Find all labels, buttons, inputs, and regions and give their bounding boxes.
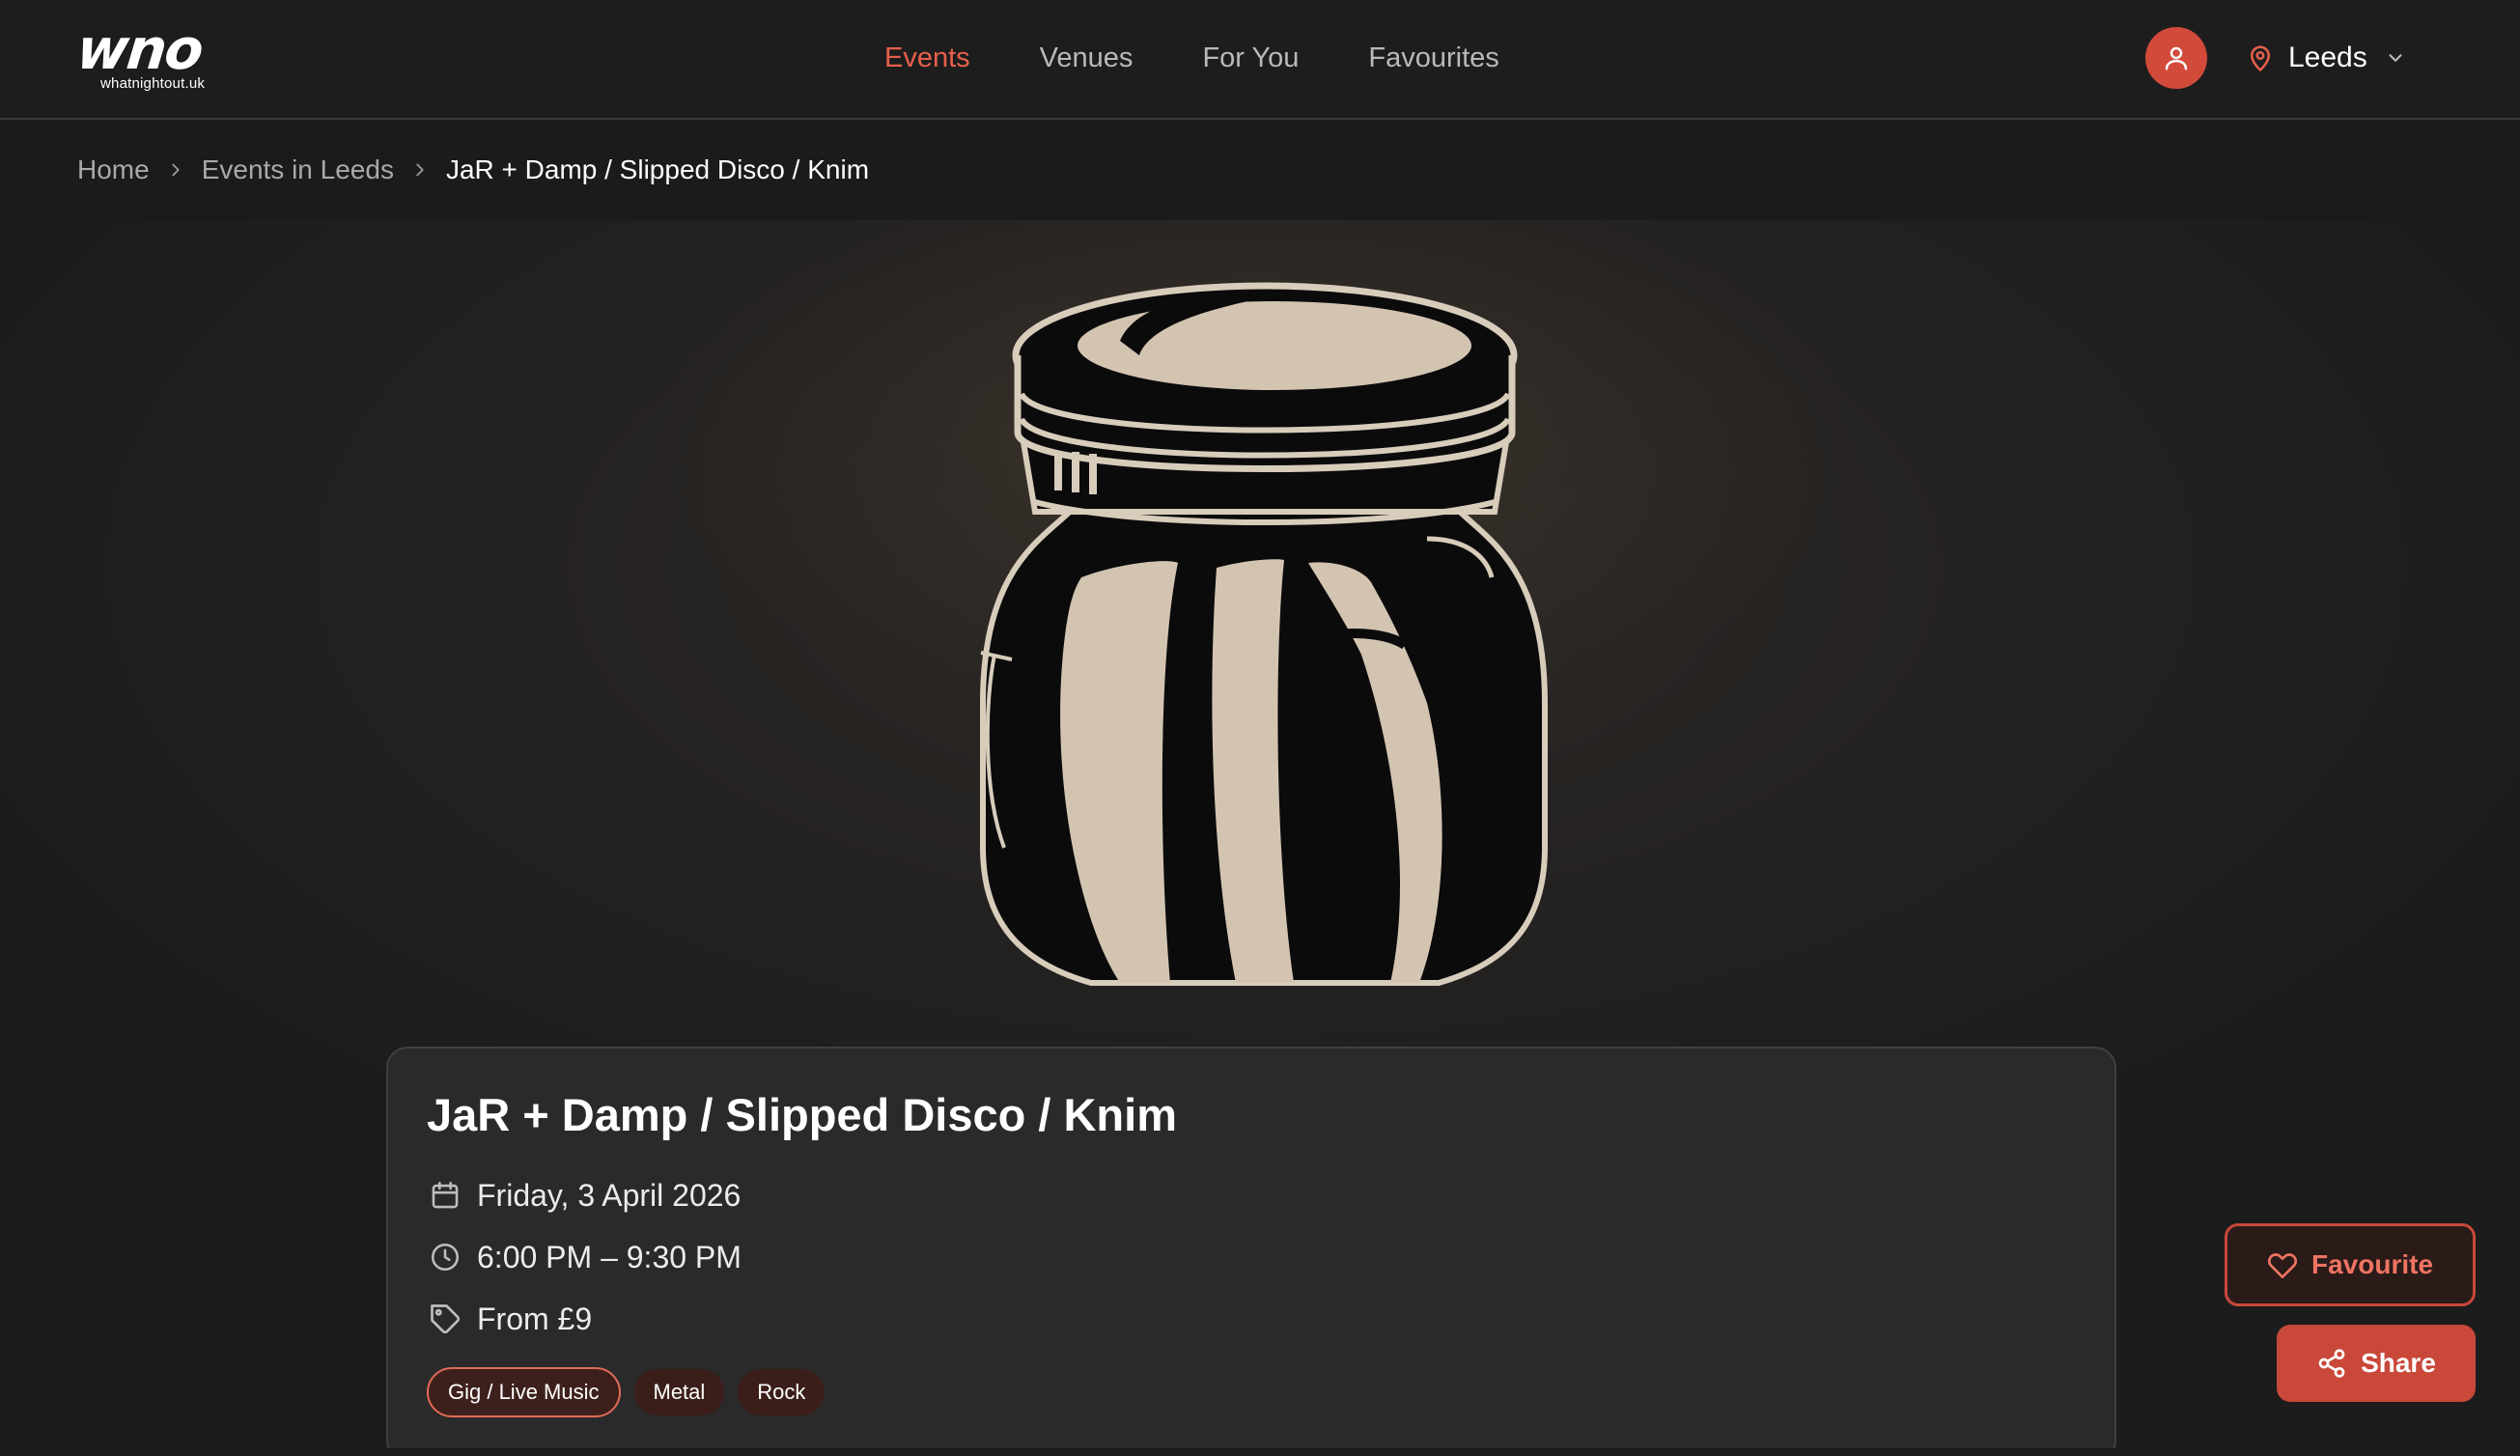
top-navigation-bar: wno whatnightout.uk Events Venues For Yo… [0, 0, 2520, 120]
heart-icon [2268, 1253, 2297, 1278]
tag-metal[interactable]: Metal [633, 1369, 725, 1415]
location-selector[interactable]: Leeds [2246, 37, 2406, 79]
event-time: 6:00 PM – 9:30 PM [477, 1239, 742, 1274]
clock-icon [427, 1239, 463, 1275]
tag-rock[interactable]: Rock [738, 1369, 826, 1415]
share-button[interactable]: Share [2277, 1325, 2476, 1402]
nav-item-for-you[interactable]: For You [1202, 39, 1299, 77]
favourite-button-label: Favourite [2310, 1249, 2434, 1279]
event-date-row: Friday, 3 April 2026 [427, 1174, 2076, 1217]
event-title: JaR + Damp / Slipped Disco / Knim [427, 1089, 1177, 1140]
calendar-icon [427, 1177, 463, 1214]
event-details-card: JaR + Damp / Slipped Disco / Knim Friday… [386, 1047, 2116, 1448]
share-icon [2318, 1349, 2345, 1378]
event-date: Friday, 3 April 2026 [477, 1177, 742, 1213]
event-tags: Gig / Live Music Metal Rock [427, 1367, 2076, 1417]
nav-item-events[interactable]: Events [884, 39, 970, 77]
favourite-button[interactable]: Favourite [2225, 1223, 2476, 1306]
event-hero: JaR + Damp / Slipped Disco / Knim Friday… [0, 220, 2520, 1448]
event-price: From £9 [477, 1301, 593, 1336]
site-logo[interactable]: wno whatnightout.uk [73, 16, 247, 98]
breadcrumb-home[interactable]: Home [77, 151, 150, 189]
tag-gig-live-music[interactable]: Gig / Live Music [427, 1367, 621, 1417]
location-label: Leeds [2288, 42, 2367, 73]
chevron-right-icon [165, 159, 186, 181]
main-nav: Events Venues For You Favourites [884, 39, 1499, 77]
logo-mark: wno [73, 16, 206, 82]
map-pin-icon [2251, 45, 2270, 71]
chevron-right-icon [409, 159, 431, 181]
event-time-row: 6:00 PM – 9:30 PM [427, 1236, 2076, 1278]
event-price-row: From £9 [427, 1298, 2076, 1340]
nav-item-venues[interactable]: Venues [1040, 39, 1134, 77]
chevron-down-icon [2389, 54, 2402, 62]
price-tag-icon [427, 1301, 463, 1337]
breadcrumb-current-event: JaR + Damp / Slipped Disco / Knim [445, 154, 870, 184]
breadcrumb-events-in-leeds[interactable]: Events in Leeds [202, 151, 394, 189]
user-icon [2165, 46, 2188, 70]
nav-item-favourites[interactable]: Favourites [1368, 39, 1498, 77]
event-artwork-jar [980, 282, 1548, 986]
account-button[interactable] [2145, 27, 2207, 89]
share-button-label: Share [2361, 1348, 2436, 1378]
breadcrumb: Home Events in Leeds JaR + Damp / Slippe… [77, 151, 869, 189]
